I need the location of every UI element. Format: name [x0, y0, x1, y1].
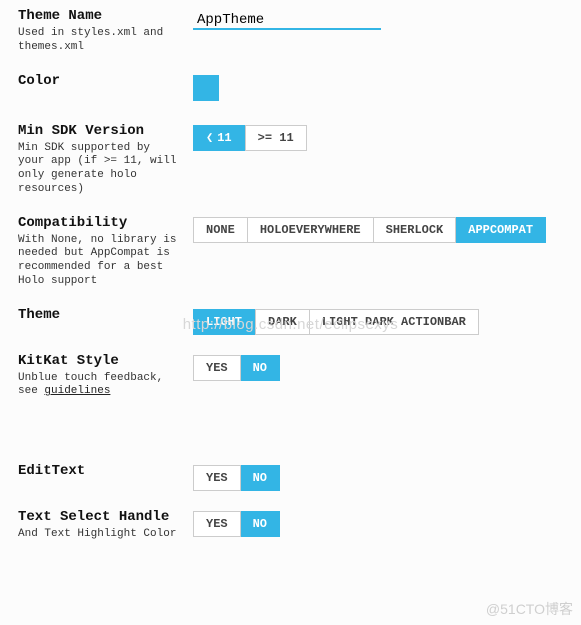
theme-toggle: LIGHT DARK LIGHT DARK ACTIONBAR	[193, 309, 563, 335]
color-swatch[interactable]	[193, 75, 219, 101]
compat-label: Compatibility	[18, 215, 183, 231]
edittext-left: EditText	[18, 463, 193, 482]
kitkat-hint: Unblue touch feedback, see guidelines	[18, 372, 183, 400]
compat-toggle: NONE HOLOEVERYWHERE SHERLOCK APPCOMPAT	[193, 217, 563, 243]
compat-option-sherlock[interactable]: SHERLOCK	[374, 217, 457, 243]
compat-left: Compatibility With None, no library is n…	[18, 215, 193, 289]
textselect-left: Text Select Handle And Text Highlight Co…	[18, 509, 193, 542]
compat-option-none[interactable]: NONE	[193, 217, 248, 243]
kitkat-option-no[interactable]: NO	[241, 355, 280, 381]
textselect-option-yes[interactable]: YES	[193, 511, 241, 537]
theme-option-dark[interactable]: DARK	[255, 309, 310, 335]
kitkat-option-yes[interactable]: YES	[193, 355, 241, 381]
color-left: Color	[18, 73, 193, 92]
textselect-toggle: YES NO	[193, 511, 563, 537]
watermark-bottom-right: @51CTO博客	[486, 599, 573, 619]
theme-name-hint: Used in styles.xml and themes.xml	[18, 27, 183, 55]
color-label: Color	[18, 73, 183, 89]
edittext-option-no[interactable]: NO	[241, 465, 280, 491]
theme-name-left: Theme Name Used in styles.xml and themes…	[18, 8, 193, 55]
kitkat-label: KitKat Style	[18, 353, 183, 369]
textselect-label: Text Select Handle	[18, 509, 183, 525]
textselect-hint: And Text Highlight Color	[18, 528, 183, 542]
edittext-option-yes[interactable]: YES	[193, 465, 241, 491]
min-sdk-toggle: ❮ 11 >= 11	[193, 125, 563, 151]
edittext-toggle: YES NO	[193, 465, 563, 491]
min-sdk-option-lt11[interactable]: ❮ 11	[193, 125, 245, 151]
edittext-label: EditText	[18, 463, 183, 479]
theme-left: Theme	[18, 307, 193, 326]
chevron-left-icon: ❮	[206, 132, 213, 144]
min-sdk-option-lt11-num: 11	[217, 131, 231, 145]
compat-hint: With None, no library is needed but AppC…	[18, 234, 183, 289]
kitkat-toggle: YES NO	[193, 355, 563, 381]
textselect-option-no[interactable]: NO	[241, 511, 280, 537]
min-sdk-option-gte11[interactable]: >= 11	[245, 125, 307, 151]
compat-option-appcompat[interactable]: APPCOMPAT	[456, 217, 546, 243]
kitkat-guidelines-link[interactable]: guidelines	[44, 385, 110, 397]
theme-label: Theme	[18, 307, 183, 323]
min-sdk-left: Min SDK Version Min SDK supported by you…	[18, 123, 193, 197]
min-sdk-hint: Min SDK supported by your app (if >= 11,…	[18, 142, 183, 197]
kitkat-left: KitKat Style Unblue touch feedback, see …	[18, 353, 193, 400]
theme-name-input[interactable]	[193, 10, 381, 30]
compat-option-holoeverywhere[interactable]: HOLOEVERYWHERE	[248, 217, 374, 243]
theme-option-light-dark-actionbar[interactable]: LIGHT DARK ACTIONBAR	[310, 309, 479, 335]
theme-option-light[interactable]: LIGHT	[193, 309, 255, 335]
min-sdk-option-gte11-text: >= 11	[258, 131, 294, 145]
min-sdk-label: Min SDK Version	[18, 123, 183, 139]
theme-name-label: Theme Name	[18, 8, 183, 24]
